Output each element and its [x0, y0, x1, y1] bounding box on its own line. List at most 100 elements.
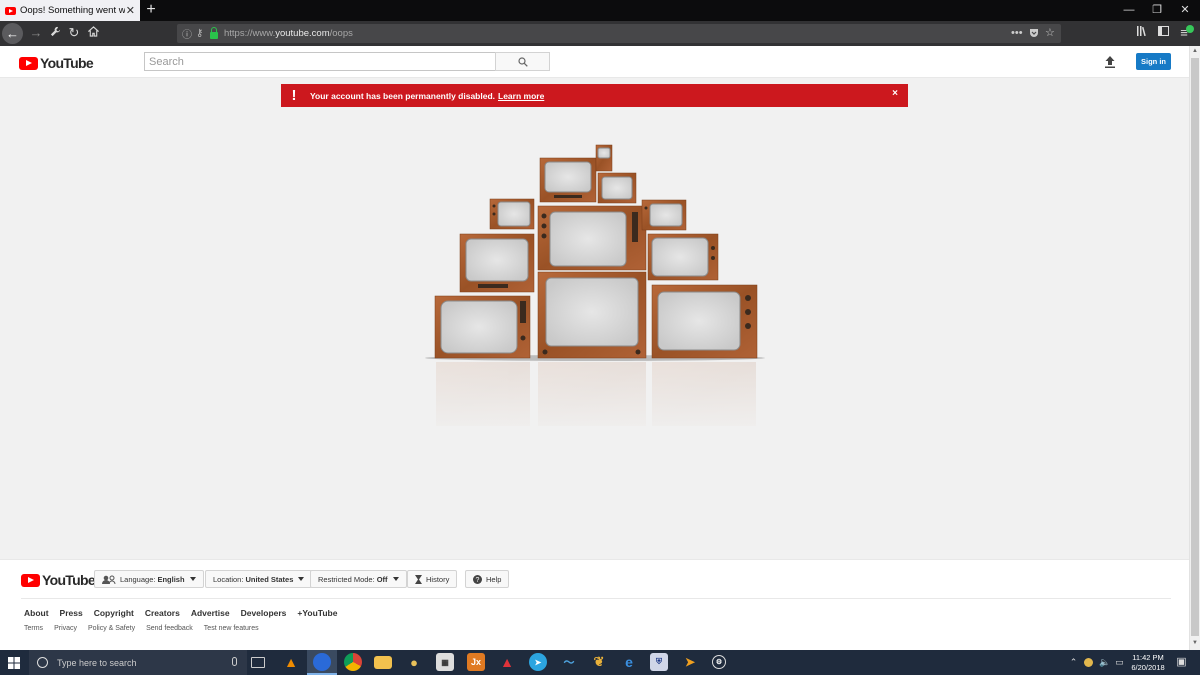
sidebar-icon[interactable] — [1155, 25, 1171, 41]
pocket-icon[interactable] — [1029, 24, 1039, 43]
browser-tab-active[interactable]: Oops! Something went wrong ✕ — [0, 0, 140, 21]
url-scheme: https://www. — [224, 28, 276, 39]
shield-app-icon[interactable]: ⛨ — [650, 653, 668, 671]
sidebar-icon-svg — [1157, 26, 1169, 36]
footer-link-creators[interactable]: Creators — [145, 608, 180, 618]
vlc-icon[interactable]: ▲ — [282, 653, 300, 671]
restricted-mode-button[interactable]: Restricted Mode: Off — [310, 570, 407, 588]
file-explorer-icon[interactable] — [374, 656, 392, 669]
network-icon[interactable]: ▭ — [1114, 657, 1125, 668]
language-button[interactable]: Language: English — [94, 570, 204, 588]
footer-link-policy-safety[interactable]: Policy & Safety — [88, 625, 135, 632]
footer-link-plus-youtube[interactable]: +YouTube — [297, 608, 337, 618]
chrome-icon[interactable] — [344, 653, 362, 671]
history-button[interactable]: History — [407, 570, 458, 588]
library-icon[interactable] — [1135, 25, 1151, 41]
calculator-icon[interactable]: ▦ — [436, 653, 454, 671]
language-caret-icon — [189, 577, 196, 581]
tv-middle-right — [647, 233, 719, 281]
scroll-down-icon[interactable]: ▼ — [1190, 638, 1200, 648]
scroll-up-icon[interactable]: ▲ — [1190, 46, 1200, 56]
help-label: Help — [486, 574, 502, 584]
alert-icon: ! — [291, 87, 297, 104]
footer-link-press[interactable]: Press — [60, 608, 83, 618]
minimize-button[interactable]: — — [1114, 0, 1144, 21]
jx-app-icon[interactable]: Jx — [467, 653, 485, 671]
tray-expand-icon[interactable]: ⌃ — [1068, 657, 1079, 668]
firefox-icon[interactable] — [313, 653, 331, 671]
tray-app-icon[interactable] — [1084, 658, 1093, 667]
notification-center-icon[interactable]: ▣ — [1176, 657, 1187, 668]
task-view-icon[interactable] — [251, 657, 265, 668]
footer-youtube-logo[interactable]: YouTube — [21, 572, 96, 588]
footer-secondary-links: Terms Privacy Policy & Safety Send feedb… — [24, 625, 259, 632]
page-scrollbar[interactable]: ▲ ▼ — [1189, 46, 1200, 650]
taskbar-search-box[interactable]: Type here to search — [29, 650, 247, 675]
wrench-icon-svg — [50, 26, 60, 37]
bookmark-star-icon[interactable]: ☆ — [1045, 24, 1055, 43]
tab-close-icon[interactable]: ✕ — [125, 4, 136, 17]
youtube-play-icon — [19, 56, 38, 70]
tv-bottom-right — [651, 284, 758, 359]
steam-icon[interactable]: ⚙ — [712, 655, 726, 669]
taskbar-clock[interactable]: 11:42 PM 6/20/2018 — [1127, 653, 1169, 673]
page-actions-icon[interactable]: ••• — [1011, 24, 1023, 43]
footer-link-about[interactable]: About — [24, 608, 49, 618]
footer-link-privacy[interactable]: Privacy — [54, 625, 77, 632]
footer-link-advertise[interactable]: Advertise — [191, 608, 230, 618]
info-icon[interactable]: ⓘ — [182, 26, 194, 41]
learn-more-link[interactable]: Learn more — [498, 91, 544, 101]
alert-message: Your account has been permanently disabl… — [310, 90, 495, 101]
tor-icon[interactable]: ● — [405, 653, 423, 671]
scroll-thumb[interactable] — [1191, 58, 1199, 636]
back-arrow-icon[interactable]: ← — [2, 23, 23, 44]
fl-studio-icon[interactable]: ❦ — [590, 653, 608, 671]
warning-app-icon[interactable]: ▲ — [498, 653, 516, 671]
restore-button[interactable]: ❐ — [1142, 0, 1172, 21]
broken-tv-stack-illustration — [420, 144, 770, 440]
browser-tab-bar: Oops! Something went wrong ✕ + — ❐ ✕ — [0, 0, 1200, 21]
youtube-favicon-icon — [5, 6, 16, 15]
url-path: /oops — [329, 28, 353, 39]
alert-close-icon[interactable]: × — [892, 88, 898, 99]
footer-primary-links: About Press Copyright Creators Advertise… — [24, 608, 337, 618]
svg-text:?: ? — [476, 577, 480, 584]
wrench-icon[interactable] — [46, 24, 64, 42]
footer-link-send-feedback[interactable]: Send feedback — [146, 625, 193, 632]
dolphin-icon[interactable]: 〜 — [560, 653, 578, 671]
tv-bottom-center — [537, 271, 647, 359]
forward-arrow-icon[interactable]: → — [27, 24, 45, 42]
sign-in-button[interactable]: Sign in — [1136, 53, 1171, 70]
telegram-icon[interactable]: ➤ — [529, 653, 547, 671]
key-icon[interactable]: ⚷ — [196, 28, 208, 39]
footer-link-developers[interactable]: Developers — [241, 608, 287, 618]
search-input[interactable] — [144, 52, 496, 71]
tv-top-right — [597, 172, 637, 204]
location-button[interactable]: Location: United States — [205, 570, 313, 588]
update-badge-icon — [1186, 25, 1194, 33]
help-icon: ? — [473, 574, 482, 584]
search-icon — [517, 56, 528, 67]
windows-start-icon[interactable] — [8, 657, 20, 669]
home-icon[interactable] — [84, 24, 102, 42]
window-close-button[interactable]: ✕ — [1170, 0, 1200, 21]
tv-middle-left — [459, 233, 535, 293]
url-bar[interactable]: ⓘ ⚷ https://www.youtube.com/oops ••• ☆ — [177, 24, 1061, 43]
new-tab-button[interactable]: + — [143, 1, 159, 19]
microphone-icon[interactable] — [232, 657, 237, 666]
help-button[interactable]: ? Help — [465, 570, 510, 588]
lock-icon[interactable] — [210, 26, 218, 39]
footer-link-terms[interactable]: Terms — [24, 625, 43, 632]
footer-link-test-features[interactable]: Test new features — [204, 625, 259, 632]
youtube-logo[interactable]: YouTube — [19, 55, 94, 71]
footer-link-copyright[interactable]: Copyright — [94, 608, 134, 618]
reload-icon[interactable]: ↻ — [65, 24, 83, 42]
plex-icon[interactable]: ➤ — [681, 653, 699, 671]
search-button[interactable] — [495, 52, 550, 71]
upload-icon[interactable] — [1103, 55, 1117, 69]
footer-logo-text: YouTube — [42, 572, 96, 588]
location-value: United States — [245, 574, 294, 584]
edge-icon[interactable]: e — [620, 653, 638, 671]
url-text[interactable]: https://www.youtube.com/oops — [224, 28, 353, 39]
volume-icon[interactable]: 🔈 — [1099, 657, 1110, 668]
